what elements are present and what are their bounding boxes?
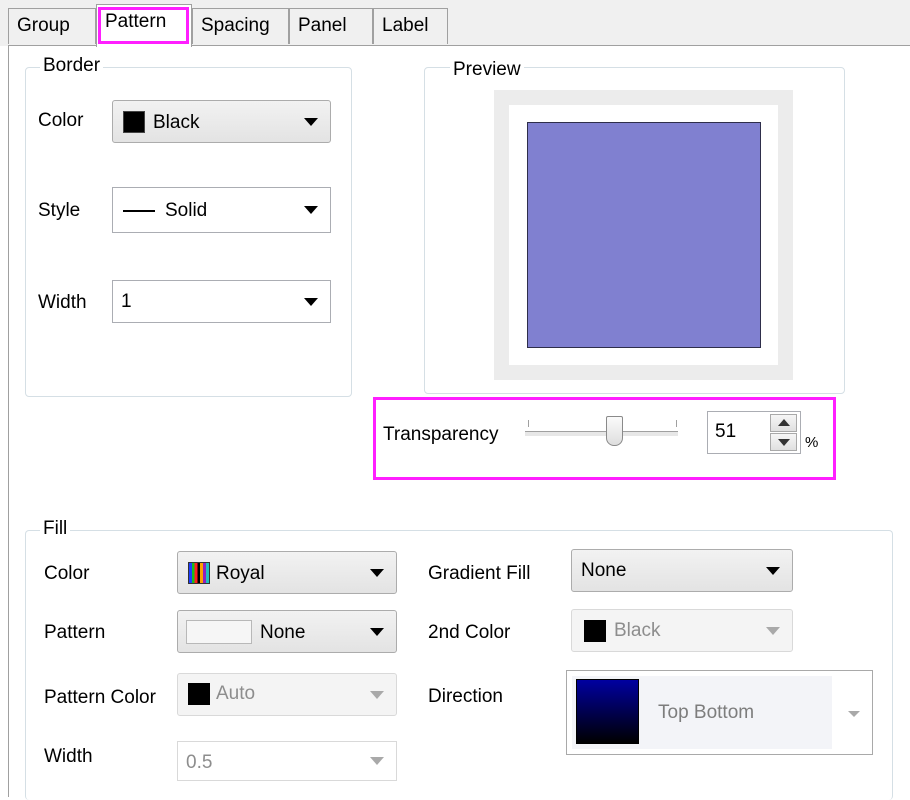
color-swatch-icon xyxy=(584,620,606,642)
second-color-label: 2nd Color xyxy=(428,622,511,643)
preview-frame xyxy=(494,90,793,380)
second-color-value: Black xyxy=(614,620,661,641)
dropdown-arrow-icon xyxy=(304,297,318,306)
border-group-title: Border xyxy=(40,55,104,77)
transparency-slider-track[interactable] xyxy=(525,431,678,437)
slider-tick-min xyxy=(528,420,529,427)
fill-group-title: Fill xyxy=(40,518,71,540)
second-color-dropdown[interactable]: Black xyxy=(571,609,793,652)
fill-pattern-label: Pattern xyxy=(44,622,106,643)
spin-up-icon[interactable] xyxy=(770,414,797,432)
tab-label-label: Label xyxy=(382,15,429,36)
tab-group[interactable]: Group xyxy=(8,8,96,44)
pattern-tab-highlight xyxy=(98,7,189,44)
fill-pattern-color-label: Pattern Color xyxy=(44,687,156,708)
dropdown-arrow-icon xyxy=(370,627,384,636)
tab-panel-label: Panel xyxy=(298,15,347,36)
gradient-swatch-icon xyxy=(576,679,639,744)
pattern-swatch-icon xyxy=(186,620,252,644)
tab-group-label: Group xyxy=(17,15,70,36)
fill-width-label: Width xyxy=(44,746,93,767)
transparency-spinbox[interactable]: 51 xyxy=(707,411,801,454)
direction-value: Top Bottom xyxy=(658,702,755,723)
tab-spacing-label: Spacing xyxy=(201,15,270,36)
direction-dropdown[interactable]: Top Bottom xyxy=(566,670,873,755)
dropdown-arrow-icon xyxy=(370,757,384,765)
transparency-label: Transparency xyxy=(383,424,499,445)
dropdown-arrow-icon xyxy=(304,117,318,126)
tab-label[interactable]: Label xyxy=(373,8,448,44)
fill-color-value: Royal xyxy=(216,563,265,584)
border-style-value: Solid xyxy=(165,200,208,221)
border-style-label: Style xyxy=(38,200,81,221)
spin-down-icon[interactable] xyxy=(770,433,797,451)
border-width-label: Width xyxy=(38,292,87,313)
color-swatch-icon xyxy=(188,683,210,705)
gradient-fill-label: Gradient Fill xyxy=(428,563,531,584)
border-width-dropdown[interactable]: 1 xyxy=(112,280,331,323)
tab-panel[interactable]: Panel xyxy=(289,8,373,44)
border-color-label: Color xyxy=(38,110,84,131)
tab-spacing[interactable]: Spacing xyxy=(192,8,289,44)
fill-pattern-color-dropdown[interactable]: Auto xyxy=(177,673,397,716)
dropdown-arrow-icon xyxy=(766,626,780,635)
fill-pattern-value: None xyxy=(260,622,306,643)
fill-width-value: 0.5 xyxy=(186,752,213,773)
gradient-fill-value: None xyxy=(581,560,627,581)
preview-group-title: Preview xyxy=(450,59,524,81)
border-color-dropdown[interactable]: Black xyxy=(112,100,331,143)
fill-color-dropdown[interactable]: Royal xyxy=(177,551,397,594)
fill-pattern-dropdown[interactable]: None xyxy=(177,610,397,653)
direction-label: Direction xyxy=(428,686,503,707)
dropdown-arrow-icon xyxy=(304,206,318,214)
color-swatch-icon xyxy=(123,111,145,133)
fill-pattern-color-value: Auto xyxy=(216,683,256,704)
border-color-value: Black xyxy=(153,112,200,133)
transparency-unit: % xyxy=(805,434,819,451)
transparency-value: 51 xyxy=(715,421,737,442)
fill-width-dropdown[interactable]: 0.5 xyxy=(177,741,397,781)
gradient-fill-dropdown[interactable]: None xyxy=(571,549,793,592)
preview-canvas xyxy=(509,105,778,365)
dropdown-arrow-icon xyxy=(766,566,780,575)
slider-thumb-icon[interactable] xyxy=(606,416,623,446)
border-width-value: 1 xyxy=(121,291,132,312)
border-style-dropdown[interactable]: Solid xyxy=(112,187,331,233)
royal-palette-icon xyxy=(188,562,210,584)
line-style-icon xyxy=(123,210,155,212)
preview-fill-square xyxy=(527,122,761,348)
fill-color-label: Color xyxy=(44,563,90,584)
dropdown-arrow-icon xyxy=(370,690,384,699)
dropdown-arrow-icon xyxy=(370,568,384,577)
tab-page-edge xyxy=(8,45,9,797)
slider-tick-max xyxy=(676,420,677,427)
dropdown-arrow-icon xyxy=(848,711,860,717)
